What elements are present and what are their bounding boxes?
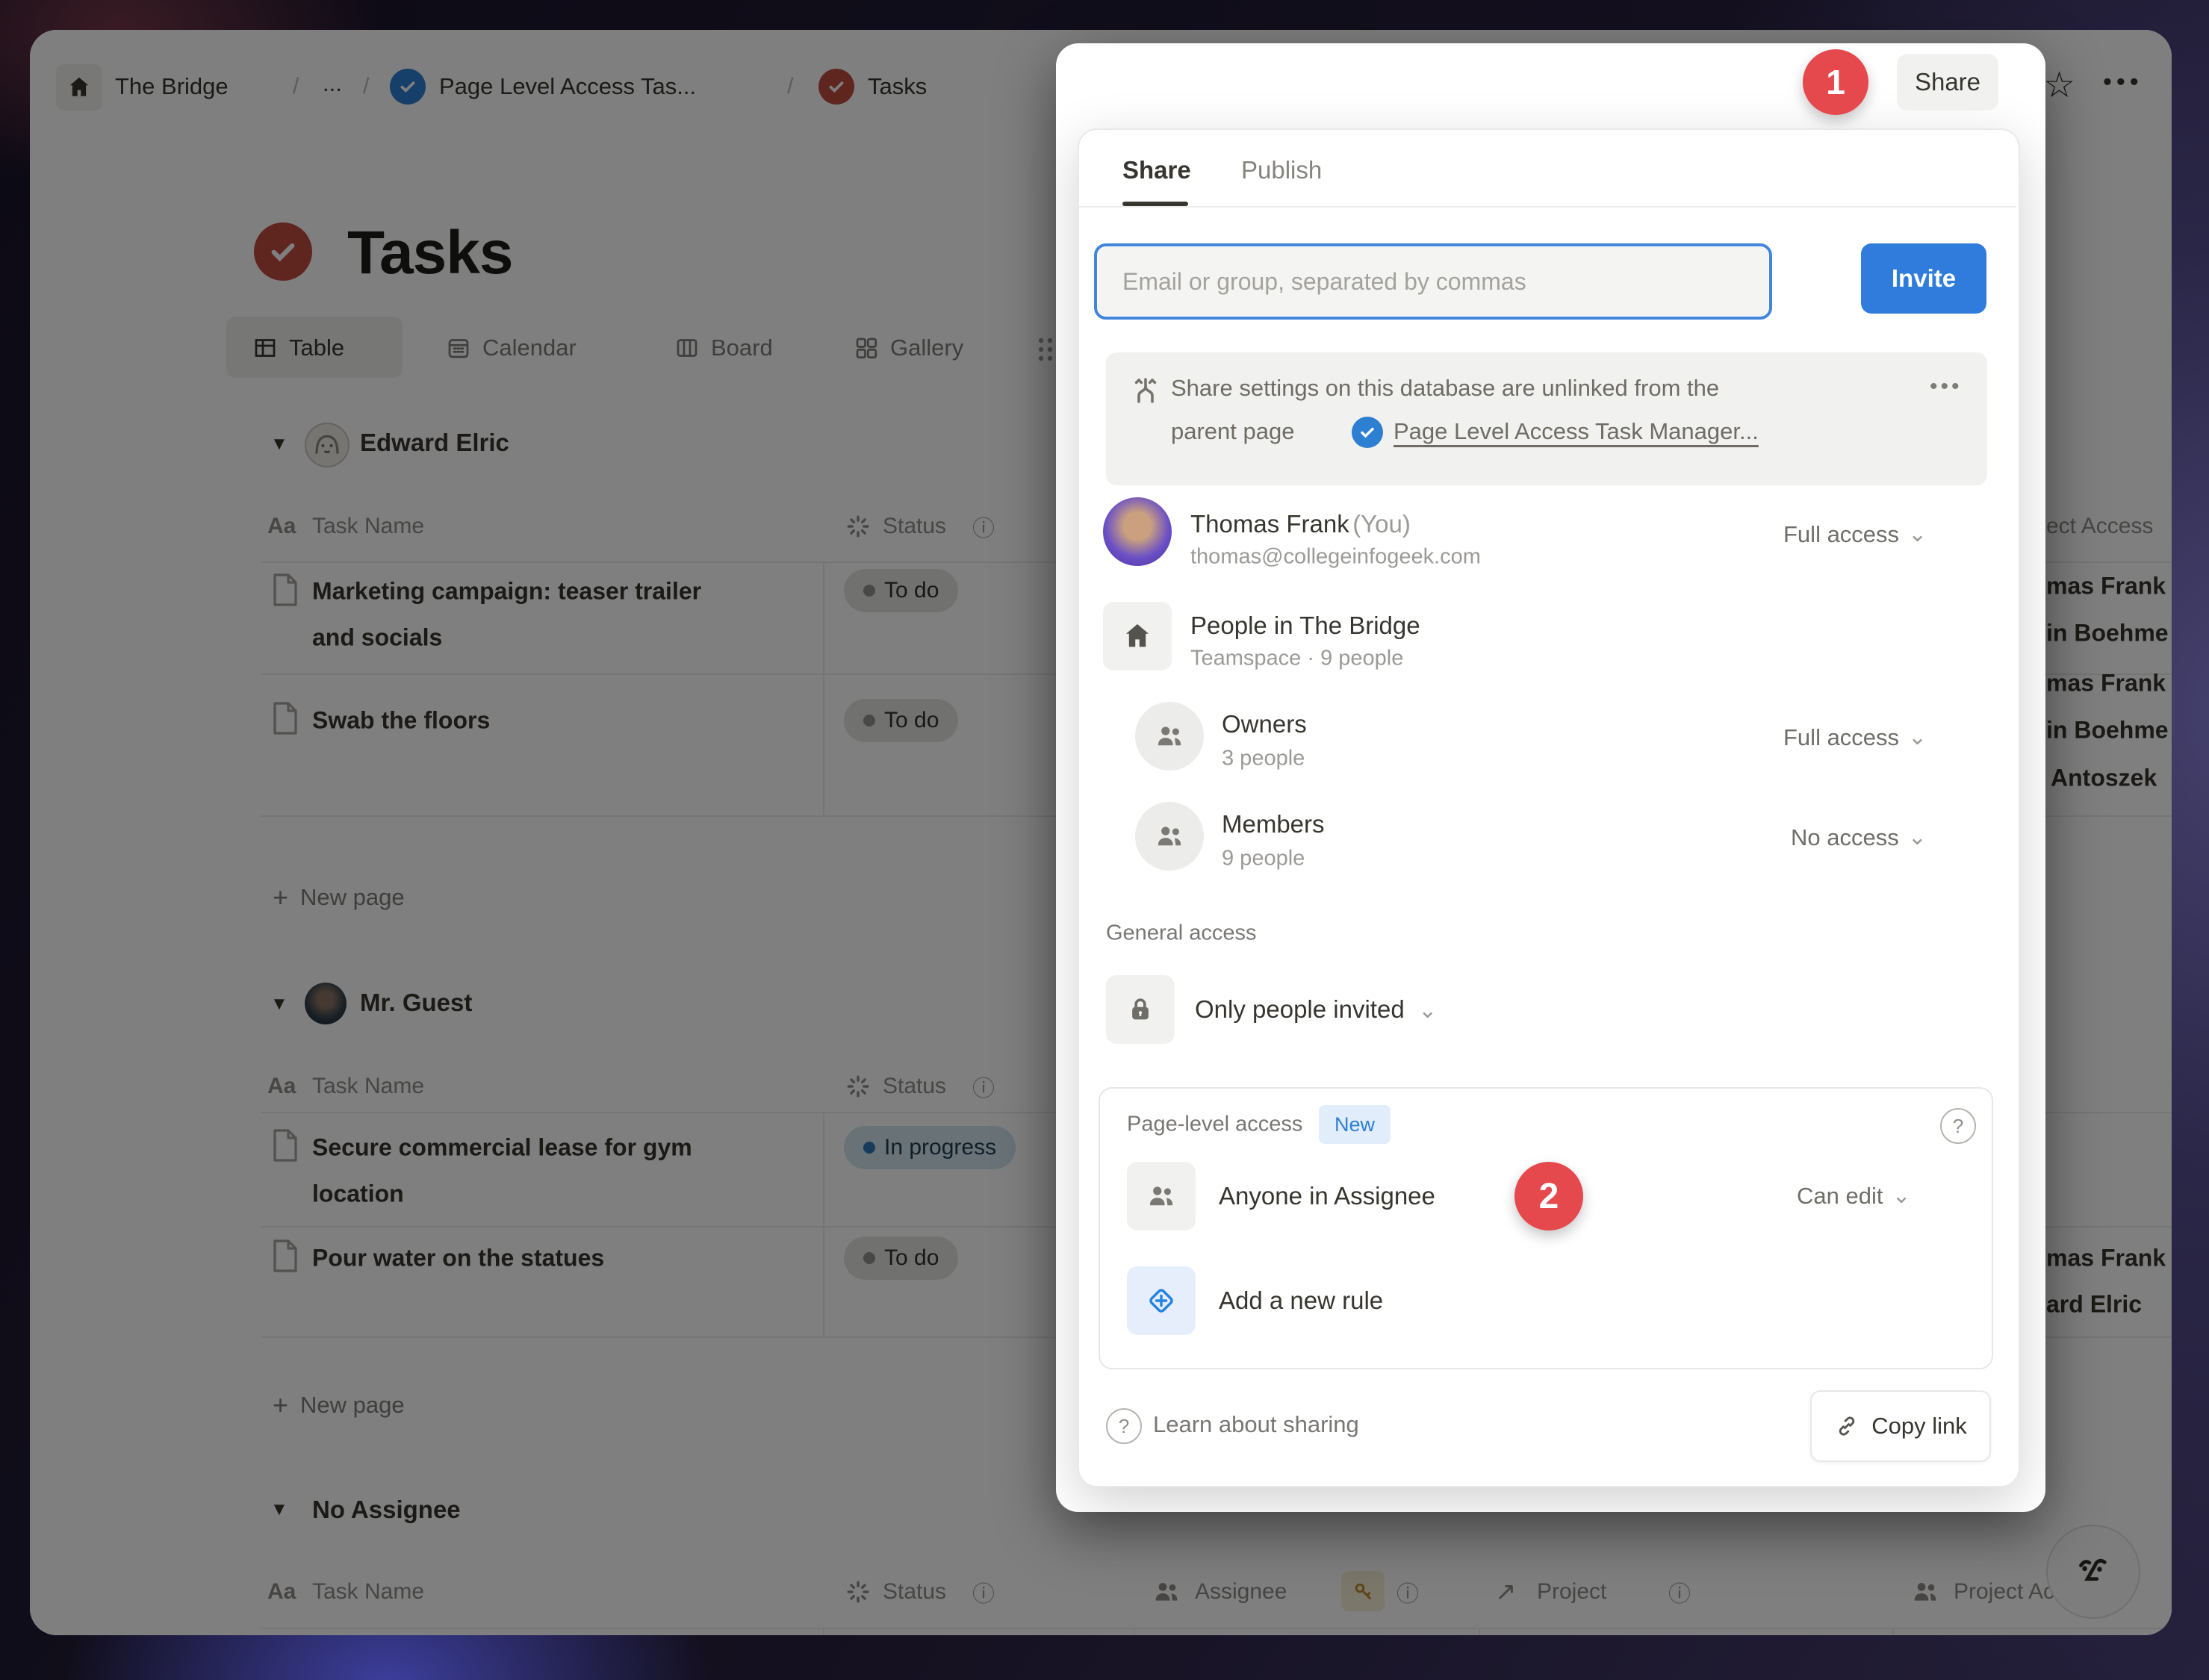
- notice-line1: Share settings on this database are unli…: [1171, 375, 1720, 401]
- rule-name: Anyone in Assignee: [1219, 1182, 1435, 1210]
- help-icon[interactable]: ?: [1940, 1108, 1976, 1144]
- teamspace-sub: Teamspace · 9 people: [1190, 646, 1404, 671]
- active-tab-underline: [1122, 202, 1188, 206]
- chevron-down-icon: ⌄: [1908, 522, 1927, 547]
- group-members-count: 9 people: [1222, 846, 1305, 871]
- branch-icon[interactable]: [1129, 373, 1162, 409]
- owner-name-text: Thomas Frank: [1190, 510, 1349, 538]
- group-owners-name: Owners: [1222, 710, 1307, 738]
- copy-link-button[interactable]: Copy link: [1810, 1390, 1991, 1462]
- rule-icon-box: [1127, 1162, 1196, 1231]
- chevron-down-icon: ⌄: [1907, 825, 1927, 850]
- invite-email-field-wrap: [1094, 243, 1772, 320]
- share-button[interactable]: Share: [1897, 54, 1998, 111]
- tab-divider: [1079, 206, 2016, 208]
- people-icon: [1149, 1186, 1173, 1206]
- chevron-down-icon: ⌄: [1892, 1183, 1911, 1208]
- learn-about-sharing-link[interactable]: Learn about sharing: [1153, 1411, 1359, 1438]
- invite-button[interactable]: Invite: [1861, 243, 1986, 314]
- notice-more-icon[interactable]: •••: [1930, 374, 1963, 399]
- general-access-value: Only people invited: [1195, 995, 1405, 1023]
- avatar: [1103, 497, 1172, 566]
- owner-you-label: (You): [1352, 510, 1411, 538]
- new-badge: New: [1319, 1105, 1391, 1144]
- parent-page-icon: [1352, 417, 1383, 448]
- group-icon-circle: [1135, 702, 1204, 771]
- invite-email-input[interactable]: [1097, 267, 1769, 296]
- parent-page-link[interactable]: Page Level Access Task Manager...: [1394, 418, 1759, 445]
- invite-button-label: Invite: [1891, 264, 1957, 292]
- members-access-dropdown[interactable]: No access ⌄: [1791, 824, 1927, 851]
- page-level-access-label: Page-level access: [1127, 1112, 1303, 1136]
- general-access-dropdown[interactable]: Only people invited ⌄: [1195, 995, 1437, 1024]
- lock-icon: [1132, 998, 1149, 1020]
- annotation-step-2-badge: 2: [1514, 1162, 1583, 1231]
- owners-access-value: Full access: [1783, 724, 1900, 750]
- chevron-down-icon: ⌄: [1908, 725, 1927, 750]
- add-rule-button[interactable]: Add a new rule: [1219, 1287, 1383, 1315]
- rule-access-value: Can edit: [1797, 1183, 1883, 1209]
- teamspace-name: People in The Bridge: [1190, 612, 1420, 639]
- screen: The Bridge / ... / Page Level Access Tas…: [0, 0, 2209, 1680]
- share-button-label: Share: [1914, 68, 1981, 96]
- chevron-down-icon: ⌄: [1418, 998, 1438, 1023]
- add-rule-icon-box: [1127, 1266, 1196, 1335]
- rule-access-dropdown[interactable]: Can edit ⌄: [1797, 1183, 1911, 1210]
- people-icon: [1158, 827, 1181, 846]
- owner-access-dropdown[interactable]: Full access ⌄: [1783, 521, 1927, 548]
- learn-help-icon: ?: [1106, 1408, 1142, 1444]
- teamspace-icon-box: [1103, 602, 1172, 671]
- owner-email: thomas@collegeinfogeek.com: [1190, 544, 1481, 569]
- copy-link-label: Copy link: [1871, 1413, 1967, 1439]
- dialog-tab-share[interactable]: Share: [1122, 156, 1191, 184]
- general-access-icon-box: [1106, 975, 1175, 1044]
- members-access-value: No access: [1791, 824, 1899, 850]
- owner-name: Thomas Frank (You): [1190, 510, 1411, 538]
- group-members-name: Members: [1222, 810, 1325, 838]
- link-icon: [1839, 1416, 1855, 1436]
- group-owners-count: 3 people: [1222, 746, 1305, 771]
- annotation-step-1-badge: 1: [1803, 49, 1868, 115]
- dialog-tab-publish[interactable]: Publish: [1241, 156, 1322, 184]
- people-icon: [1158, 727, 1181, 746]
- notice-line2: parent page: [1171, 418, 1295, 444]
- home-icon: [1125, 623, 1149, 647]
- general-access-label: General access: [1106, 921, 1257, 945]
- group-icon-circle: [1135, 802, 1204, 871]
- owners-access-dropdown[interactable]: Full access ⌄: [1783, 724, 1927, 751]
- diamond-plus-icon: [1149, 1289, 1173, 1313]
- owner-access-value: Full access: [1783, 521, 1900, 547]
